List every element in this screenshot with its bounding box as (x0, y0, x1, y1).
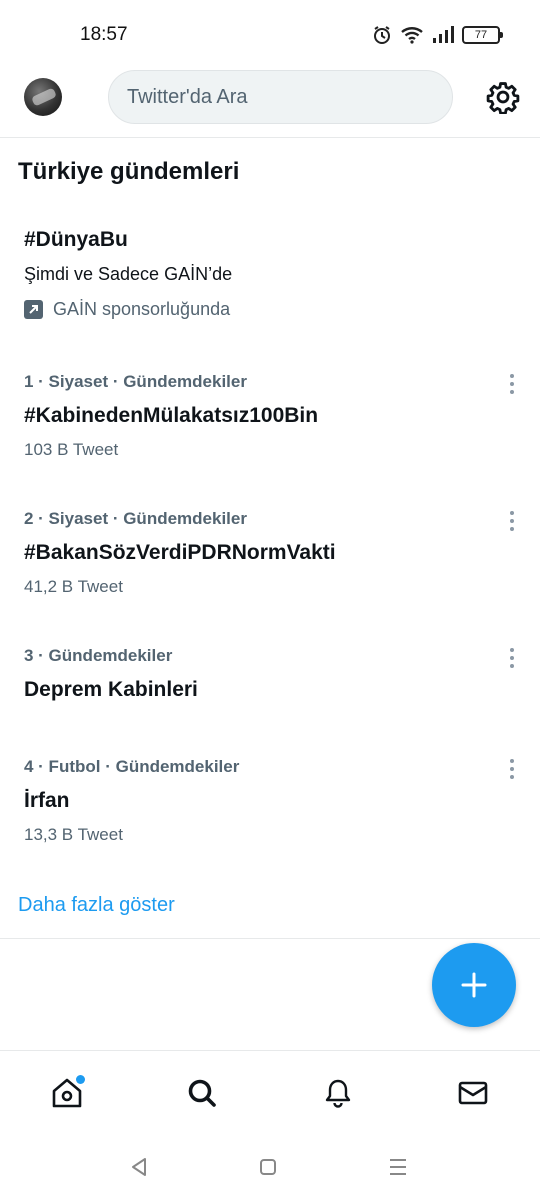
promoted-sponsor-text: GAİN sponsorluğunda (53, 299, 231, 319)
search-icon (188, 1079, 216, 1107)
trend-item[interactable]: 1 · Siyaset · Gündemdekiler #KabinedenMü… (24, 372, 524, 460)
search-input[interactable]: Twitter'da Ara (108, 70, 453, 124)
trend-item[interactable]: 3 · Gündemdekiler Deprem Kabinleri (24, 646, 524, 702)
top-bar: Twitter'da Ara (0, 68, 540, 138)
more-options-icon[interactable] (508, 511, 516, 531)
trend-count: 103 B Tweet (24, 440, 119, 459)
recents-icon[interactable] (385, 1154, 411, 1180)
battery-indicator: 77 (462, 26, 503, 44)
trend-count: 41,2 B Tweet (24, 577, 123, 596)
trend-count: 13,3 B Tweet (24, 825, 123, 844)
nav-notifications[interactable] (318, 1073, 358, 1113)
promoted-trend-title: #DünyaBu (24, 228, 128, 251)
home-button-icon[interactable] (255, 1154, 281, 1180)
promoted-arrow-icon (24, 300, 43, 319)
wifi-icon (401, 27, 423, 44)
avatar[interactable] (24, 78, 62, 116)
status-icons: 77 (372, 25, 503, 45)
search-placeholder: Twitter'da Ara (127, 85, 248, 108)
status-time: 18:57 (80, 24, 128, 45)
divider (0, 938, 540, 939)
promoted-trend[interactable]: #DünyaBu Şimdi ve Sadece GAİN’de GAİN sp… (24, 228, 504, 320)
gear-icon[interactable] (486, 80, 520, 114)
notification-dot (76, 1075, 85, 1084)
plus-icon (461, 972, 487, 998)
nav-messages[interactable] (453, 1073, 493, 1113)
promoted-label: GAİN sponsorluğunda (24, 299, 504, 320)
nav-home[interactable] (47, 1073, 87, 1113)
trend-item[interactable]: 2 · Siyaset · Gündemdekiler #BakanSözVer… (24, 509, 524, 597)
alarm-icon (374, 26, 390, 44)
mail-icon (458, 1081, 488, 1105)
trend-meta: 4 · Futbol · Gündemdekiler (24, 757, 240, 776)
trend-title: Deprem Kabinleri (24, 678, 198, 701)
system-nav-bar (0, 1134, 540, 1200)
bell-icon (325, 1079, 351, 1108)
compose-button[interactable] (432, 943, 516, 1027)
trend-meta: 3 · Gündemdekiler (24, 646, 173, 665)
signal-icon (433, 26, 454, 43)
more-options-icon[interactable] (508, 648, 516, 668)
trend-title: #BakanSözVerdiPDRNormVakti (24, 541, 336, 564)
trend-meta: 2 · Siyaset · Gündemdekiler (24, 509, 247, 528)
promoted-trend-description: Şimdi ve Sadece GAİN’de (24, 264, 233, 284)
bottom-nav (0, 1050, 540, 1134)
trend-title: İrfan (24, 789, 70, 812)
trend-meta: 1 · Siyaset · Gündemdekiler (24, 372, 247, 391)
more-options-icon[interactable] (508, 374, 516, 394)
status-bar: 18:57 77 (0, 0, 540, 70)
back-icon[interactable] (126, 1154, 152, 1180)
page-title: Türkiye gündemleri (18, 158, 240, 185)
trend-item[interactable]: 4 · Futbol · Gündemdekiler İrfan 13,3 B … (24, 757, 524, 845)
nav-search[interactable] (182, 1073, 222, 1113)
trend-title: #KabinedenMülakatsız100Bin (24, 404, 319, 427)
show-more-link[interactable]: Daha fazla göster (18, 894, 175, 917)
more-options-icon[interactable] (508, 759, 516, 779)
